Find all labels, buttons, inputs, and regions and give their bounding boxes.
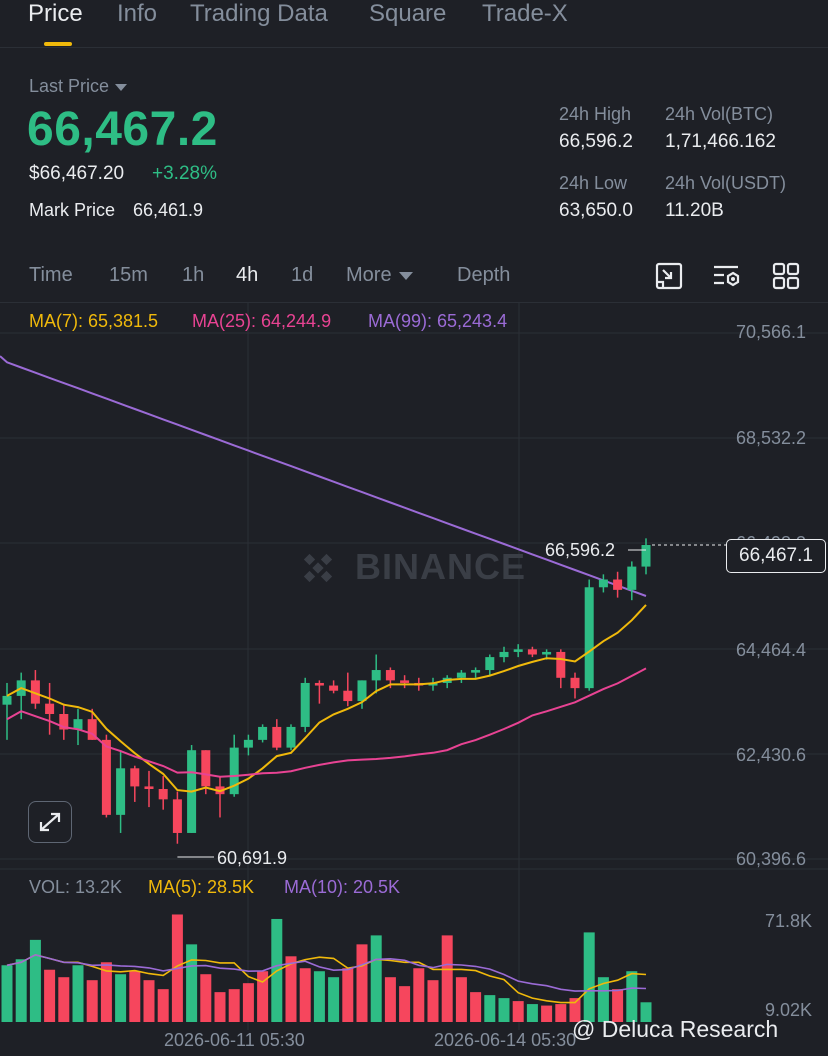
price-axis-label: 70,566.1 xyxy=(736,322,807,342)
candle-body xyxy=(2,695,12,705)
volume-ma5-legend: MA(5): 28.5K xyxy=(148,877,255,897)
volume-bar xyxy=(328,977,340,1022)
candle-body xyxy=(101,739,111,815)
current-price-tag: 66,467.1 xyxy=(726,539,826,573)
candle-body xyxy=(371,670,381,681)
volume-bar xyxy=(58,977,70,1022)
volume-bar xyxy=(72,965,84,1022)
price-axis-label: 62,430.6 xyxy=(736,745,807,765)
candlesticks xyxy=(2,538,651,844)
date-axis-label: 2026-06-11 05:30 xyxy=(164,1030,305,1050)
candle-body xyxy=(272,726,282,748)
volume-bar xyxy=(484,995,496,1022)
candle-body xyxy=(556,651,566,678)
volume-bar xyxy=(526,1004,538,1022)
volume-bar xyxy=(455,977,467,1022)
volume-bar xyxy=(86,980,98,1022)
volume-bar xyxy=(555,1004,567,1022)
chart-grid xyxy=(0,303,828,1030)
volume-bar xyxy=(228,989,240,1022)
volume-bar xyxy=(214,992,226,1022)
candle-body xyxy=(485,657,495,671)
candle-body xyxy=(527,649,537,655)
candle-body xyxy=(598,579,608,588)
ma25-legend: MA(25): 64,244.9 xyxy=(192,311,332,331)
candle-body xyxy=(400,680,410,683)
volume-bar xyxy=(200,974,212,1022)
volume-bar xyxy=(384,977,396,1022)
volume-bar xyxy=(115,974,127,1022)
candle-body xyxy=(286,726,296,748)
candle-body xyxy=(300,682,310,727)
volume-bar xyxy=(427,980,439,1022)
volume-bar xyxy=(356,944,368,1022)
ma99-legend: MA(99): 65,243.4 xyxy=(368,311,508,331)
volume-ma10-legend: MA(10): 20.5K xyxy=(284,877,401,897)
candle-body xyxy=(45,703,55,714)
chart-annotations xyxy=(177,544,726,858)
volume-bar xyxy=(441,935,453,1022)
candle-body xyxy=(130,768,140,787)
volume-bar xyxy=(44,969,56,1022)
candle-body xyxy=(456,672,466,678)
volume-bar xyxy=(512,1001,524,1022)
expand-arrows-icon xyxy=(39,812,61,832)
volume-bar xyxy=(541,1005,553,1022)
volume-bar xyxy=(186,944,198,1022)
volume-bar xyxy=(370,935,382,1022)
volume-bar xyxy=(470,992,482,1022)
volume-bar xyxy=(129,971,141,1022)
candle-body xyxy=(172,799,182,833)
candle-body xyxy=(584,587,594,689)
volume-bar xyxy=(583,932,595,1022)
candle-body xyxy=(513,649,523,652)
volume-bar xyxy=(242,983,254,1022)
volume-bar xyxy=(498,998,510,1022)
binance-watermark: BINANCE xyxy=(355,546,527,587)
candle-body xyxy=(542,651,552,655)
candle-body xyxy=(243,739,253,748)
candle-body xyxy=(357,680,367,702)
date-axis-label: 2026-06-14 05:30 xyxy=(434,1030,577,1050)
volume-bar xyxy=(15,959,27,1022)
volume-axis-label: 71.8K xyxy=(765,911,813,931)
volume-bar xyxy=(157,989,169,1022)
price-chart[interactable] xyxy=(0,0,828,1056)
price-axis-label: 68,532.2 xyxy=(736,428,807,448)
volume-bar xyxy=(299,968,311,1022)
candle-body xyxy=(314,682,324,686)
candle-body xyxy=(471,670,481,673)
candle-body xyxy=(329,685,339,691)
volume-bar xyxy=(29,939,41,1022)
credit-watermark: @ Deluca Research xyxy=(572,1016,779,1042)
candle-body xyxy=(385,670,395,681)
volume-bar xyxy=(1,965,13,1022)
volume-bar xyxy=(626,971,638,1022)
binance-watermark-logo xyxy=(303,553,333,583)
volume-bar xyxy=(313,971,325,1022)
candle-body xyxy=(627,566,637,590)
low-marker-label: 60,691.9 xyxy=(217,848,288,868)
candle-body xyxy=(158,788,168,800)
candle-body xyxy=(144,786,154,789)
candle-body xyxy=(116,768,126,815)
ma7-legend: MA(7): 65,381.5 xyxy=(29,311,159,331)
candle-body xyxy=(499,651,509,658)
candle-body xyxy=(343,690,353,702)
volume-bar xyxy=(413,968,425,1022)
volume-bar xyxy=(143,980,155,1022)
candle-body xyxy=(201,750,211,787)
expand-chart-button[interactable] xyxy=(28,801,72,843)
volume-bar xyxy=(399,986,411,1022)
candle-body xyxy=(258,726,268,740)
volume-legend: VOL: 13.2K xyxy=(29,877,123,897)
price-axis-label: 60,396.6 xyxy=(736,849,807,869)
volume-bar xyxy=(342,968,354,1022)
price-axis-label: 64,464.4 xyxy=(736,640,807,660)
candle-body xyxy=(613,579,623,590)
high-marker-label: 66,596.2 xyxy=(545,540,616,560)
candle-body xyxy=(570,677,580,689)
candle-body xyxy=(641,545,651,567)
